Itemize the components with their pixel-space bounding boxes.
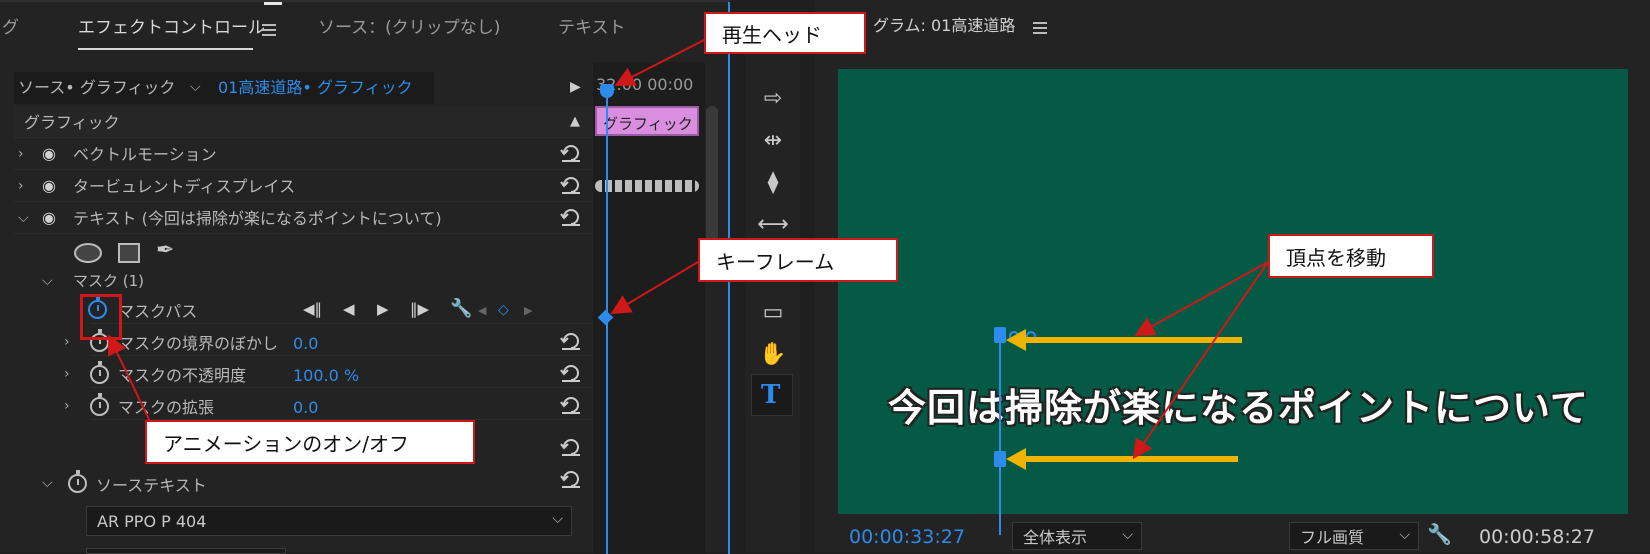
callout-keyframe: キーフレーム [698, 238, 898, 282]
stopwatch-highlight [80, 294, 122, 340]
callout-anim-toggle: アニメーションのオン/オフ [145, 420, 475, 464]
callout-move-vertex: 頂点を移動 [1268, 234, 1434, 278]
callout-move-vertex-text: 頂点を移動 [1286, 245, 1386, 270]
callout-playhead-text: 再生ヘッド [722, 22, 822, 47]
callout-anim-toggle-text: アニメーションのオン/オフ [163, 431, 409, 456]
callout-keyframe-text: キーフレーム [716, 249, 835, 274]
callout-playhead: 再生ヘッド [704, 12, 866, 54]
